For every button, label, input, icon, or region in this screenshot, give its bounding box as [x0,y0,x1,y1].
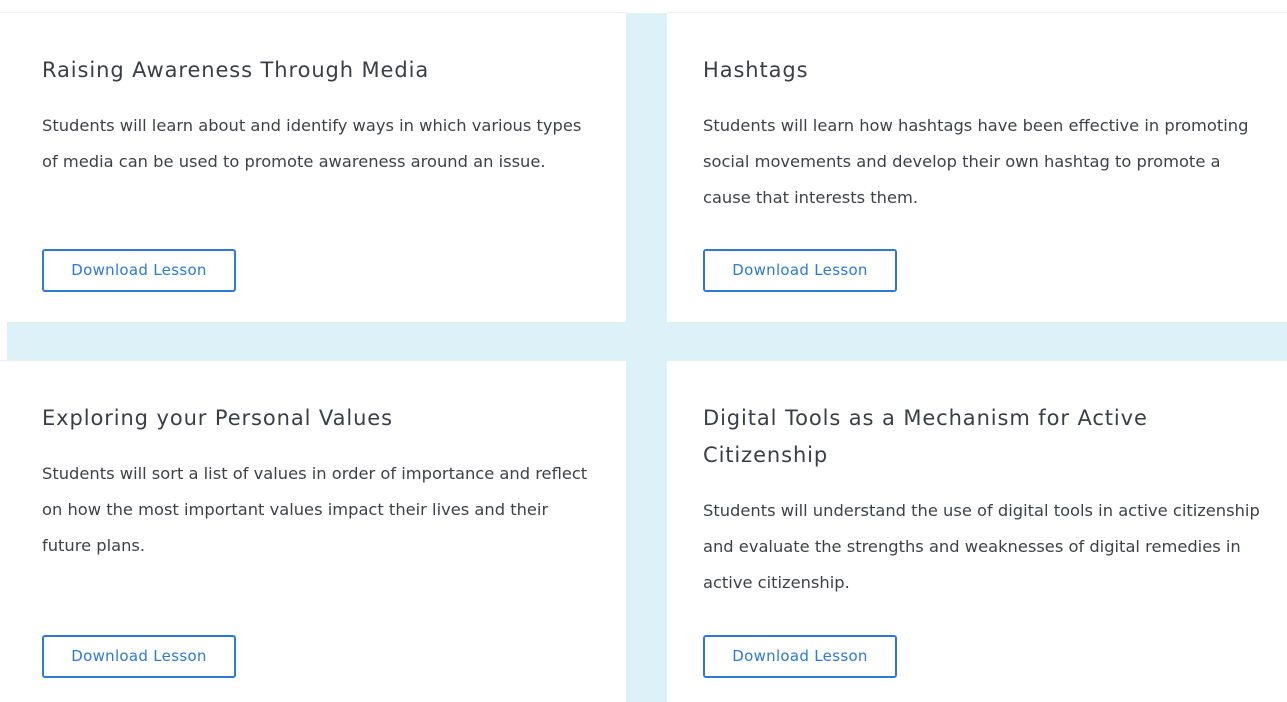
lesson-description: Students will understand the use of digi… [703,501,1260,592]
download-lesson-button[interactable]: Download Lesson [42,635,236,678]
lesson-card-personal-values: Exploring your Personal Values Students … [0,360,626,702]
lesson-description: Students will sort a list of values in o… [42,464,588,555]
lesson-title: Exploring your Personal Values [42,406,393,430]
download-lesson-button[interactable]: Download Lesson [42,249,236,292]
download-lesson-button[interactable]: Download Lesson [703,249,897,292]
lesson-title: Digital Tools as a Mechanism for Active … [703,406,1148,467]
lesson-card-digital-tools: Digital Tools as a Mechanism for Active … [667,360,1287,702]
lesson-description: Students will learn how hashtags have be… [703,116,1249,207]
download-lesson-button[interactable]: Download Lesson [703,635,897,678]
lesson-card-hashtags: Hashtags Students will learn how hashtag… [667,12,1287,322]
lesson-description: Students will learn about and identify w… [42,116,582,171]
lesson-card-raising-awareness: Raising Awareness Through Media Students… [0,12,626,322]
grid-divider-horizontal [7,322,1287,360]
lesson-title: Hashtags [703,58,809,82]
lesson-title: Raising Awareness Through Media [42,58,430,82]
